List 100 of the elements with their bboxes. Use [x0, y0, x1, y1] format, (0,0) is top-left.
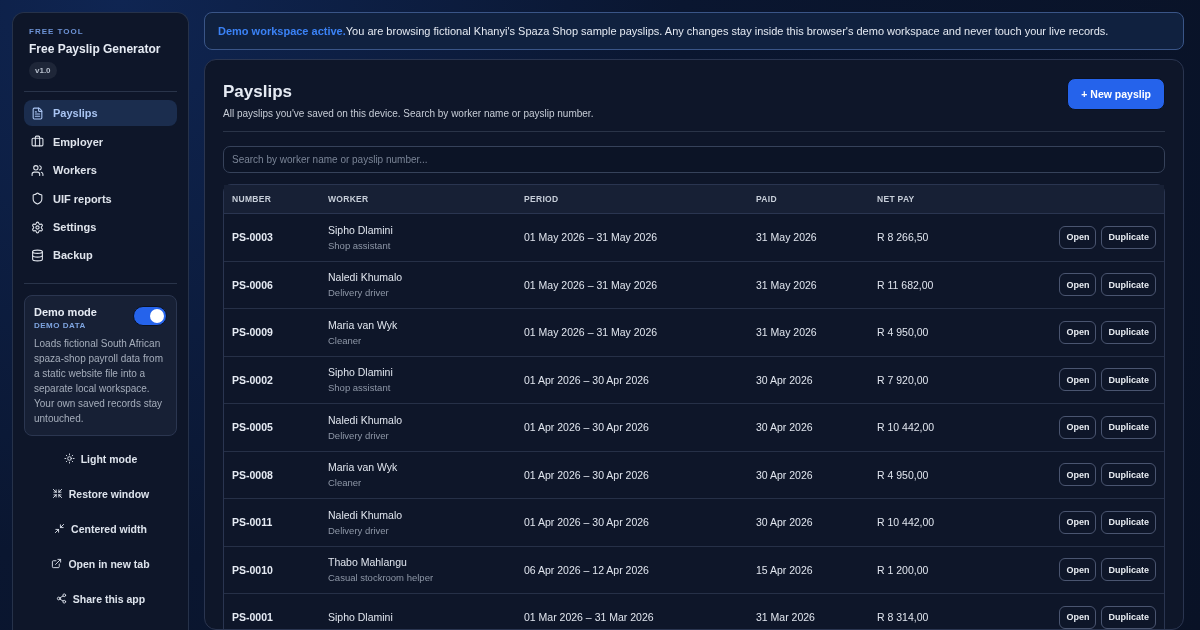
worker-role: Casual stockroom helper [328, 572, 435, 584]
briefcase-icon [31, 135, 44, 149]
duplicate-button[interactable]: Duplicate [1101, 368, 1156, 392]
paid-date-cell-text: 30 Apr 2026 [756, 421, 814, 434]
nav-item[interactable]: Settings [24, 213, 177, 241]
worker-name: Thabo Mahlangu [328, 556, 408, 569]
new-payslip-button[interactable]: + New payslip [1067, 78, 1165, 110]
demo-description: Loads fictional South African spaza-shop payroll data from a static website file into a separate local workspace. Your own saved records stay untouched. [34, 336, 164, 426]
payslip-number: PS-0011 [232, 516, 274, 529]
duplicate-button[interactable]: Duplicate [1101, 320, 1156, 344]
period-cell-text: 01 Apr 2026 – 30 Apr 2026 [524, 516, 650, 529]
worker-role: Cleaner [328, 477, 363, 489]
open-button[interactable]: Open [1059, 368, 1097, 392]
net-pay-cell-text: R 11 682,00 [877, 278, 935, 291]
worker-role: Delivery driver [328, 429, 390, 441]
nav-item[interactable]: UIF reports [24, 185, 177, 212]
payslip-number: PS-0008 [232, 468, 274, 481]
column-header: PAID [756, 194, 778, 204]
duplicate-button[interactable]: Duplicate [1101, 225, 1156, 249]
document-icon [31, 106, 44, 120]
worker-role: Delivery driver [328, 524, 390, 536]
worker-name: Naledi Khumalo [328, 271, 404, 284]
open-button[interactable]: Open [1059, 320, 1097, 344]
worker-name: Sipho Dlamini [328, 223, 394, 236]
period-cell-text: 01 Apr 2026 – 30 Apr 2026 [524, 421, 650, 434]
nav-item[interactable]: Payslips [24, 100, 177, 127]
period-cell-text: 01 May 2026 – 31 May 2026 [524, 326, 659, 339]
nav-item[interactable]: Workers [24, 156, 177, 184]
net-pay-cell-text: R 10 442,00 [877, 516, 936, 529]
duplicate-button[interactable]: Duplicate [1101, 463, 1156, 487]
open-button[interactable]: Open [1059, 558, 1097, 582]
payslip-number: PS-0005 [232, 421, 274, 434]
database-icon [31, 249, 44, 262]
app-title: Free Payslip Generator [29, 42, 162, 56]
paid-date-cell-text: 31 May 2026 [756, 278, 818, 291]
paid-date-cell-text: 31 May 2026 [756, 231, 818, 244]
banner-text: Demo workspace active.You are browsing fictional Khanyi's Spaza Shop sample payslips. Any changes stay inside this browser's demo workspace and never touch your live records. [218, 25, 1109, 37]
net-pay-cell-text: R 8 266,50 [877, 231, 930, 244]
worker-role: Shop assistant [328, 239, 392, 251]
net-pay-cell-text: R 4 950,00 [877, 326, 930, 339]
open-button[interactable]: Open [1059, 273, 1097, 297]
worker-name: Sipho Dlamini [328, 611, 394, 624]
sidebar-action[interactable]: Light mode [24, 441, 177, 476]
worker-name: Maria van Wyk [328, 461, 399, 474]
sidebar-action[interactable]: Share this app [24, 581, 177, 616]
settings-icon [31, 220, 44, 234]
net-pay-cell-text: R 10 442,00 [877, 421, 936, 434]
net-pay-cell-text: R 4 950,00 [877, 468, 930, 481]
sidebar-action[interactable]: Open in new tab [24, 546, 177, 581]
share-icon [55, 593, 67, 604]
people-icon [31, 163, 44, 177]
column-header: PERIOD [524, 194, 560, 204]
open-button[interactable]: Open [1059, 463, 1097, 487]
worker-name: Naledi Khumalo [328, 508, 404, 521]
eyebrow-label: FREE TOOL [29, 27, 85, 36]
shield-icon [31, 192, 44, 206]
open-button[interactable]: Open [1059, 510, 1097, 534]
net-pay-cell-text: R 1 200,00 [877, 563, 930, 576]
column-header: NUMBER [232, 194, 273, 204]
duplicate-button[interactable]: Duplicate [1101, 273, 1156, 297]
demo-tag: DEMO DATA [34, 320, 167, 330]
worker-role: Shop assistant [328, 382, 392, 394]
payslip-number: PS-0009 [232, 326, 274, 339]
nav-item[interactable]: Backup [24, 242, 177, 269]
paid-date-cell-text: 31 May 2026 [756, 326, 818, 339]
demo-title: Demo mode [34, 305, 97, 318]
paid-date-cell-text: 15 Apr 2026 [756, 563, 814, 576]
net-pay-cell-text: R 8 314,00 [877, 611, 930, 624]
nav-item[interactable]: Employer [24, 128, 177, 155]
shrink-icon [51, 488, 63, 499]
payslip-number: PS-0003 [232, 231, 274, 244]
column-header: WORKER [328, 194, 370, 204]
version-badge: v1.0 [29, 62, 57, 79]
worker-role: Delivery driver [328, 287, 390, 299]
sidebar-action[interactable]: Centered width [24, 511, 177, 546]
sidebar-action[interactable]: Restore window [24, 476, 177, 511]
paid-date-cell-text: 30 Apr 2026 [756, 516, 814, 529]
duplicate-button[interactable]: Duplicate [1101, 605, 1156, 629]
payslip-number: PS-0002 [232, 373, 274, 386]
search-field[interactable]: Search by worker name or payslip number... [223, 146, 1165, 173]
open-button[interactable]: Open [1059, 415, 1097, 439]
net-pay-cell-text: R 7 920,00 [877, 373, 930, 386]
sun-icon [63, 453, 75, 464]
minimize-icon [54, 523, 66, 534]
payslip-number: PS-0001 [232, 611, 274, 624]
period-cell-text: 01 Apr 2026 – 30 Apr 2026 [524, 468, 650, 481]
worker-name: Naledi Khumalo [328, 413, 404, 426]
duplicate-button[interactable]: Duplicate [1101, 558, 1156, 582]
column-header: NET PAY [877, 194, 916, 204]
open-button[interactable]: Open [1059, 225, 1097, 249]
external-link-icon [51, 558, 63, 569]
page-title: Payslips [223, 82, 293, 102]
duplicate-button[interactable]: Duplicate [1101, 510, 1156, 534]
paid-date-cell-text: 30 Apr 2026 [756, 373, 814, 386]
demo-toggle[interactable] [133, 305, 167, 326]
paid-date-cell-text: 31 Mar 2026 [756, 611, 816, 624]
period-cell-text: 01 May 2026 – 31 May 2026 [524, 231, 659, 244]
open-button[interactable]: Open [1059, 605, 1097, 629]
worker-name: Sipho Dlamini [328, 366, 394, 379]
duplicate-button[interactable]: Duplicate [1101, 415, 1156, 439]
